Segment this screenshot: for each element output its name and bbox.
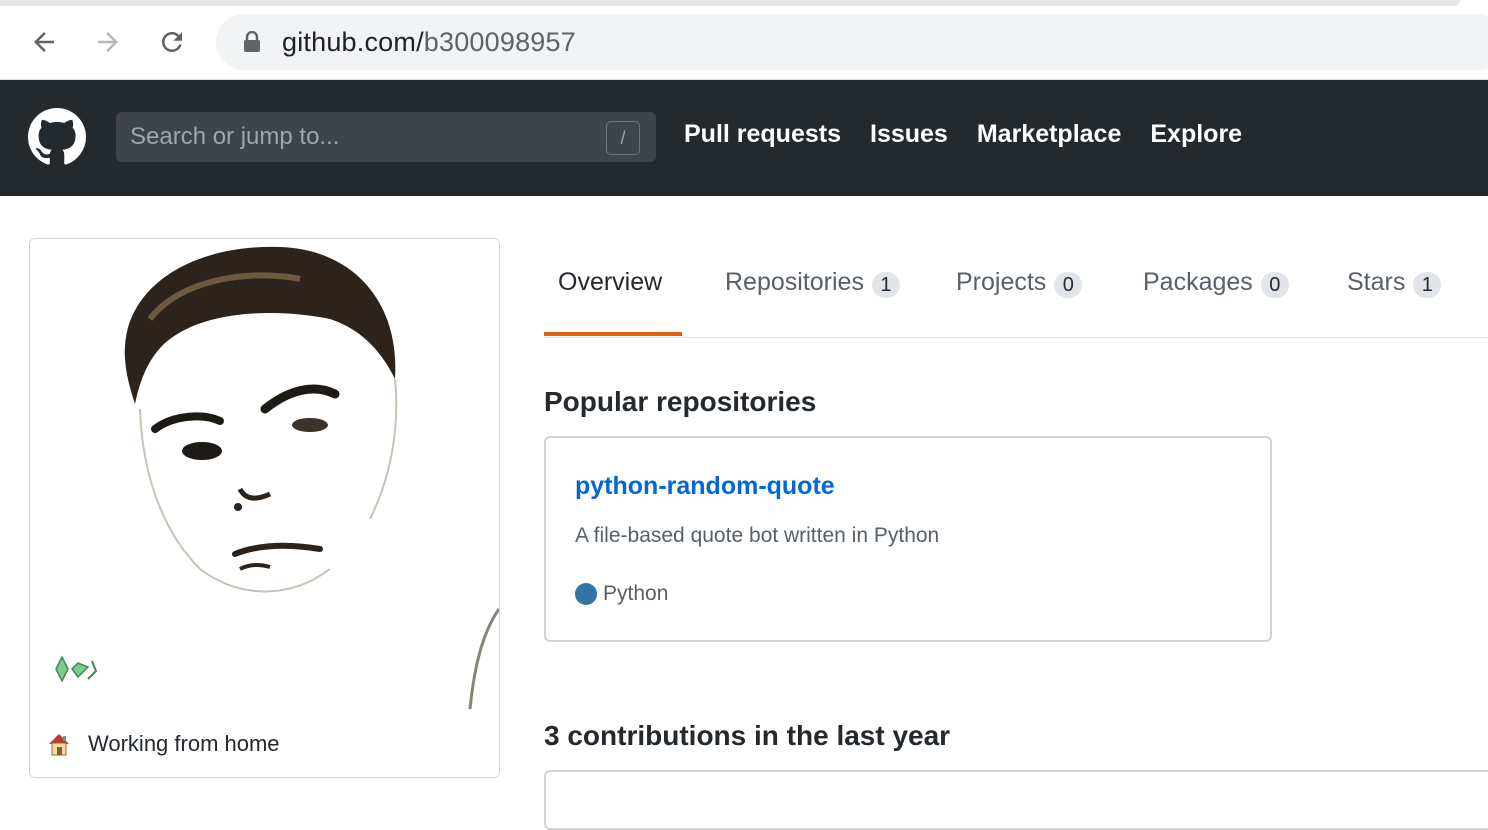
forward-button[interactable] xyxy=(88,22,128,62)
github-logo-icon[interactable] xyxy=(28,108,86,166)
tab-label: Packages xyxy=(1143,268,1253,296)
nav-marketplace[interactable]: Marketplace xyxy=(977,120,1122,149)
nav-issues[interactable]: Issues xyxy=(870,120,948,149)
lock-icon xyxy=(242,31,262,53)
tab-overview[interactable]: Overview xyxy=(558,268,662,336)
language-color-dot xyxy=(575,583,597,605)
url-path: b300098957 xyxy=(423,26,576,57)
tab-repositories[interactable]: Repositories 1 xyxy=(725,268,900,336)
tab-counter: 0 xyxy=(1260,272,1289,298)
url-text: github.com/b300098957 xyxy=(282,27,576,58)
tab-label: Overview xyxy=(558,268,663,296)
arrow-left-icon xyxy=(34,32,54,52)
repo-name-link[interactable]: python-random-quote xyxy=(575,472,835,501)
repo-description: A file-based quote bot written in Python xyxy=(575,524,940,547)
tab-projects[interactable]: Projects 0 xyxy=(956,268,1083,336)
popular-repos-title: Popular repositories xyxy=(544,386,817,417)
search-shortcut-key: / xyxy=(606,121,640,155)
repo-language: Python xyxy=(575,582,668,606)
profile-card: Working from home xyxy=(29,238,500,778)
avatar[interactable] xyxy=(30,239,499,709)
github-header: Search or jump to... / Pull requests Iss… xyxy=(0,80,1488,196)
search-input[interactable]: Search or jump to... / xyxy=(116,112,656,162)
address-bar[interactable]: github.com/b300098957 xyxy=(216,14,1488,70)
selected-tab-indicator xyxy=(544,332,682,336)
tab-stars[interactable]: Stars 1 xyxy=(1347,268,1442,336)
search-placeholder: Search or jump to... xyxy=(130,123,340,150)
header-nav: Pull requests Issues Marketplace Explore xyxy=(684,120,1242,149)
contributions-title: 3 contributions in the last year xyxy=(544,720,951,751)
tab-counter: 1 xyxy=(1413,272,1442,298)
tab-label: Repositories xyxy=(725,268,864,296)
user-status[interactable]: Working from home xyxy=(46,731,280,757)
tab-label: Projects xyxy=(956,268,1047,296)
language-name: Python xyxy=(603,582,669,605)
sparkles-icon xyxy=(55,655,98,683)
repo-card: python-random-quote A file-based quote b… xyxy=(544,436,1272,642)
tab-label: Stars xyxy=(1347,268,1406,296)
tab-counter: 1 xyxy=(871,272,900,298)
nav-explore[interactable]: Explore xyxy=(1150,120,1242,149)
nav-pull-requests[interactable]: Pull requests xyxy=(684,120,841,149)
arrow-right-icon xyxy=(98,32,118,52)
house-icon xyxy=(49,734,69,756)
browser-tab-strip xyxy=(0,0,1460,6)
reload-icon xyxy=(161,31,182,52)
contribution-graph xyxy=(544,770,1488,830)
back-button[interactable] xyxy=(24,22,64,62)
tab-counter: 0 xyxy=(1054,272,1083,298)
reload-button[interactable] xyxy=(152,22,192,62)
browser-toolbar: github.com/b300098957 xyxy=(0,0,1488,80)
tab-packages[interactable]: Packages 0 xyxy=(1143,268,1289,336)
url-host: github.com/ xyxy=(282,26,424,57)
profile-tabs: Overview Repositories 1 Projects 0 Package… xyxy=(544,238,1488,338)
status-text: Working from home xyxy=(88,731,280,756)
